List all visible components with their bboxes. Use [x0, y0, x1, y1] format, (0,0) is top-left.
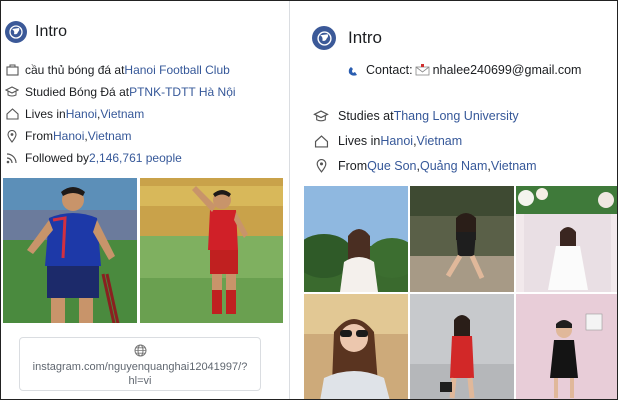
followers-row: Followed by 2,146,761 people: [5, 151, 182, 165]
globe-icon: [5, 21, 27, 43]
lives-city-link[interactable]: Hanoi: [380, 134, 413, 148]
lives-city-link[interactable]: Hanoi: [66, 107, 97, 121]
contact-email[interactable]: nhalee240699@gmail.com: [433, 63, 582, 77]
from-row: From Hanoi, Vietnam: [5, 129, 132, 143]
lives-text: Lives in: [25, 107, 66, 121]
rss-icon: [5, 151, 19, 165]
lives-text: Lives in: [338, 134, 381, 148]
website-link[interactable]: instagram.com/nguyenquanghai12041997/?hl…: [20, 360, 260, 388]
photo-grid-1[interactable]: [304, 186, 408, 292]
location-pin-icon: [5, 129, 19, 143]
studies-text: Studies at: [338, 109, 394, 123]
from-province-link[interactable]: Quảng Nam: [420, 159, 487, 173]
home-icon: [312, 134, 330, 148]
website-box[interactable]: instagram.com/nguyenquanghai12041997/?hl…: [19, 337, 261, 391]
from-row: From Que Son, Quảng Nam, Vietnam: [312, 159, 537, 173]
screenshot-frame: Intro cầu thủ bóng đá at Hanoi Football …: [0, 0, 618, 400]
home-icon: [5, 107, 19, 121]
work-row: cầu thủ bóng đá at Hanoi Football Club: [5, 63, 230, 77]
studies-row: Studies at Thang Long University: [312, 109, 519, 123]
work-link[interactable]: Hanoi Football Club: [124, 63, 229, 77]
photo-grid-5[interactable]: [410, 294, 514, 399]
photo-player-2[interactable]: [140, 178, 283, 323]
lives-country-link[interactable]: Vietnam: [100, 107, 144, 121]
intro-title: Intro: [35, 23, 68, 40]
graduation-cap-icon: [5, 85, 19, 99]
location-pin-icon: [312, 159, 330, 173]
photo-grid-3[interactable]: [516, 186, 617, 292]
briefcase-icon: [5, 63, 19, 77]
right-intro-header: Intro: [312, 26, 382, 50]
education-row: Studied Bóng Đá at PTNK-TDTT Hà Nội: [5, 85, 236, 99]
from-country-link[interactable]: Vietnam: [491, 159, 537, 173]
lives-country-link[interactable]: Vietnam: [417, 134, 463, 148]
web-globe-icon: [20, 344, 260, 360]
from-city-link[interactable]: Hanoi: [53, 129, 84, 143]
contact-label: Contact:: [366, 63, 413, 77]
from-text: From: [338, 159, 368, 173]
education-text: Studied Bóng Đá at: [25, 85, 130, 99]
left-intro-panel: Intro cầu thủ bóng đá at Hanoi Football …: [1, 1, 287, 399]
photo-grid-4[interactable]: [304, 294, 408, 399]
followers-link[interactable]: 2,146,761 people: [89, 151, 182, 165]
lives-row: Lives in Hanoi, Vietnam: [312, 134, 462, 148]
from-text: From: [25, 129, 53, 143]
graduation-cap-icon: [312, 109, 330, 123]
envelope-icon: [415, 63, 431, 77]
work-text: cầu thủ bóng đá at: [25, 63, 125, 77]
globe-icon: [312, 26, 336, 50]
education-link[interactable]: PTNK-TDTT Hà Nội: [129, 85, 235, 99]
left-intro-header: Intro: [5, 21, 67, 43]
photo-grid-6[interactable]: [516, 294, 617, 399]
photo-grid-2[interactable]: [410, 186, 514, 292]
phone-icon: [346, 63, 364, 77]
from-district-link[interactable]: Que Son: [367, 159, 416, 173]
studies-link[interactable]: Thang Long University: [394, 109, 519, 123]
intro-title: Intro: [348, 28, 383, 47]
from-country-link[interactable]: Vietnam: [88, 129, 132, 143]
photo-player-1[interactable]: [3, 178, 137, 323]
contact-row: Contact: nhalee240699@gmail.com: [346, 63, 581, 77]
followers-text: Followed by: [25, 151, 90, 165]
right-intro-panel: Intro Contact: nhalee240699@gmail.com St…: [290, 1, 617, 399]
lives-row: Lives in Hanoi, Vietnam: [5, 107, 144, 121]
